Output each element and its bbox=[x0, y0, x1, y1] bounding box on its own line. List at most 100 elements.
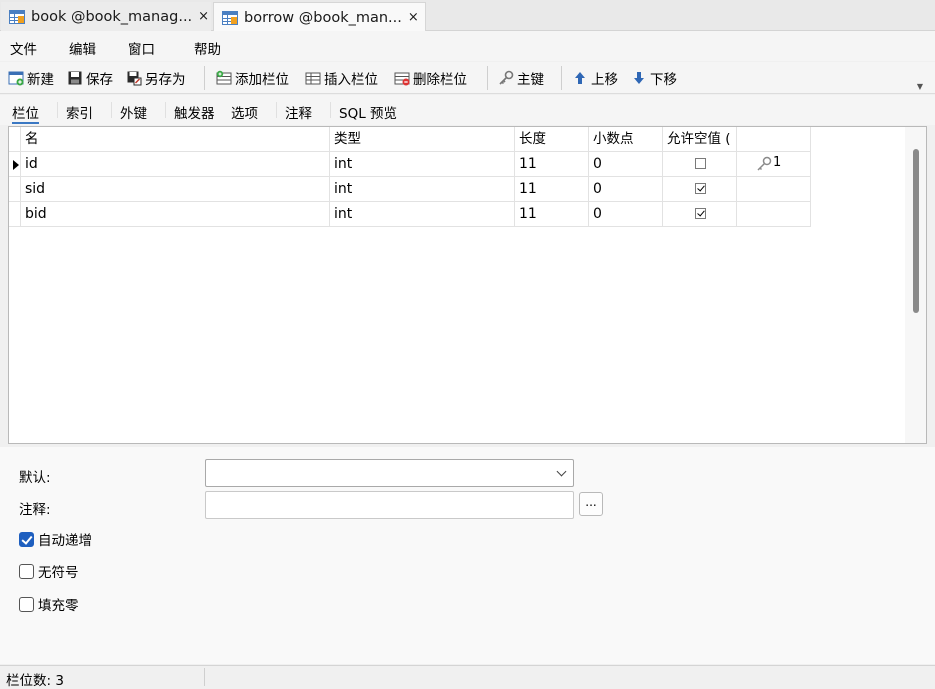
move-up-label: 上移 bbox=[591, 72, 618, 88]
chevron-down-icon bbox=[556, 466, 567, 477]
header-nullable[interactable]: 允许空值 ( bbox=[663, 127, 737, 152]
cell-length[interactable]: 11 bbox=[515, 152, 589, 177]
tab-divider bbox=[57, 102, 58, 118]
toolbar-overflow-icon[interactable]: ▼ bbox=[917, 82, 923, 91]
toolbar-divider bbox=[204, 66, 205, 90]
tab-book[interactable]: book @book_manag... × bbox=[1, 2, 211, 31]
tab-divider bbox=[165, 102, 166, 118]
insert-field-icon bbox=[305, 72, 321, 85]
delete-field-icon bbox=[394, 72, 410, 86]
tab-sql-preview[interactable]: SQL 预览 bbox=[339, 102, 397, 124]
close-icon[interactable]: × bbox=[408, 10, 419, 25]
arrow-down-icon bbox=[634, 72, 644, 84]
tab-bar: book @book_manag... × borrow @book_man..… bbox=[0, 0, 935, 32]
cell-type[interactable]: int bbox=[330, 152, 515, 177]
arrow-up-icon bbox=[575, 72, 585, 84]
cell-decimals[interactable]: 0 bbox=[589, 202, 663, 227]
cell-length[interactable]: 11 bbox=[515, 177, 589, 202]
cell-key bbox=[737, 177, 811, 202]
menu-file[interactable]: 文件 bbox=[10, 38, 37, 58]
save-button[interactable]: 保存 bbox=[67, 68, 113, 88]
new-button[interactable]: 新建 bbox=[8, 68, 54, 88]
tab-borrow[interactable]: borrow @book_man... × bbox=[213, 2, 426, 32]
status-bar: 栏位数: 3 bbox=[0, 665, 935, 689]
tab-foreign-keys[interactable]: 外键 bbox=[120, 102, 147, 124]
tab-options[interactable]: 选项 bbox=[231, 102, 258, 124]
nullable-checkbox[interactable] bbox=[695, 158, 706, 169]
delete-field-button[interactable]: 删除栏位 bbox=[394, 68, 467, 88]
toolbar-divider bbox=[487, 66, 488, 90]
auto-increment-option[interactable]: 自动递增 bbox=[19, 529, 92, 549]
move-up-button[interactable]: 上移 bbox=[572, 68, 618, 88]
menu-help[interactable]: 帮助 bbox=[194, 38, 221, 58]
tab-comment[interactable]: 注释 bbox=[285, 102, 312, 124]
comment-label: 注释: bbox=[19, 502, 51, 518]
key-icon bbox=[757, 156, 772, 171]
header-type[interactable]: 类型 bbox=[330, 127, 515, 152]
cell-length[interactable]: 11 bbox=[515, 202, 589, 227]
tab-book-label: book @book_manag... bbox=[31, 8, 193, 25]
cell-type[interactable]: int bbox=[330, 177, 515, 202]
comment-input[interactable] bbox=[205, 491, 574, 519]
auto-increment-checkbox[interactable] bbox=[19, 531, 34, 547]
zerofill-checkbox[interactable] bbox=[19, 596, 34, 612]
vertical-scrollbar[interactable] bbox=[905, 127, 926, 443]
cell-name[interactable]: id bbox=[21, 152, 330, 177]
header-length[interactable]: 长度 bbox=[515, 127, 589, 152]
cell-name[interactable]: bid bbox=[21, 202, 330, 227]
cell-nullable bbox=[663, 177, 737, 202]
field-properties-panel: 默认: 注释: ... 自动递增 无符号 填充零 bbox=[0, 447, 935, 664]
default-select[interactable] bbox=[205, 459, 574, 487]
add-field-label: 添加栏位 bbox=[235, 72, 289, 88]
header-name[interactable]: 名 bbox=[21, 127, 330, 152]
tab-triggers[interactable]: 触发器 bbox=[174, 102, 215, 124]
close-icon[interactable]: × bbox=[198, 9, 209, 24]
key-order: 1 bbox=[773, 155, 782, 170]
tab-fields[interactable]: 栏位 bbox=[12, 102, 39, 124]
cell-type[interactable]: int bbox=[330, 202, 515, 227]
unsigned-checkbox[interactable] bbox=[19, 563, 34, 579]
tab-divider bbox=[330, 102, 331, 118]
cell-key: 1 bbox=[737, 152, 811, 177]
save-as-button[interactable]: 另存为 bbox=[126, 68, 186, 88]
status-divider bbox=[204, 668, 205, 686]
row-marker bbox=[9, 202, 21, 227]
fields-table: 名 类型 长度 小数点 允许空值 ( id int 11 0 1 sid int… bbox=[8, 126, 927, 444]
nullable-checkbox[interactable] bbox=[695, 208, 706, 219]
cell-decimals[interactable]: 0 bbox=[589, 152, 663, 177]
save-as-label: 另存为 bbox=[145, 72, 186, 88]
move-down-button[interactable]: 下移 bbox=[631, 68, 677, 88]
cell-name[interactable]: sid bbox=[21, 177, 330, 202]
field-count: 栏位数: 3 bbox=[6, 673, 64, 689]
save-label: 保存 bbox=[86, 72, 113, 88]
menu-edit[interactable]: 编辑 bbox=[69, 38, 96, 58]
new-table-icon bbox=[8, 71, 24, 86]
insert-field-label: 插入栏位 bbox=[324, 72, 378, 88]
insert-field-button[interactable]: 插入栏位 bbox=[305, 68, 378, 88]
sub-tab-bar: 栏位 索引 外键 触发器 选项 注释 SQL 预览 bbox=[0, 95, 935, 125]
move-down-label: 下移 bbox=[650, 72, 677, 88]
primary-key-button[interactable]: 主键 bbox=[498, 68, 544, 88]
save-icon bbox=[68, 71, 82, 85]
zerofill-option[interactable]: 填充零 bbox=[19, 594, 79, 614]
table-icon bbox=[9, 9, 25, 24]
nullable-checkbox[interactable] bbox=[695, 183, 706, 194]
cell-decimals[interactable]: 0 bbox=[589, 177, 663, 202]
header-decimals[interactable]: 小数点 bbox=[589, 127, 663, 152]
row-marker bbox=[9, 177, 21, 202]
default-label: 默认: bbox=[19, 470, 51, 486]
add-field-icon bbox=[216, 70, 232, 85]
delete-field-label: 删除栏位 bbox=[413, 72, 467, 88]
toolbar: 新建 保存 另存为 添加栏位 插入栏位 删除栏位 主键 上移 下移 ▼ bbox=[0, 62, 935, 94]
add-field-button[interactable]: 添加栏位 bbox=[216, 68, 289, 88]
menu-window[interactable]: 窗口 bbox=[128, 38, 155, 58]
scrollbar-thumb[interactable] bbox=[913, 149, 919, 313]
cell-key bbox=[737, 202, 811, 227]
row-marker bbox=[9, 127, 21, 152]
tab-divider bbox=[276, 102, 277, 118]
cell-nullable bbox=[663, 202, 737, 227]
comment-more-button[interactable]: ... bbox=[579, 492, 603, 516]
unsigned-option[interactable]: 无符号 bbox=[19, 561, 79, 581]
header-key bbox=[737, 127, 811, 152]
tab-indexes[interactable]: 索引 bbox=[66, 102, 93, 124]
